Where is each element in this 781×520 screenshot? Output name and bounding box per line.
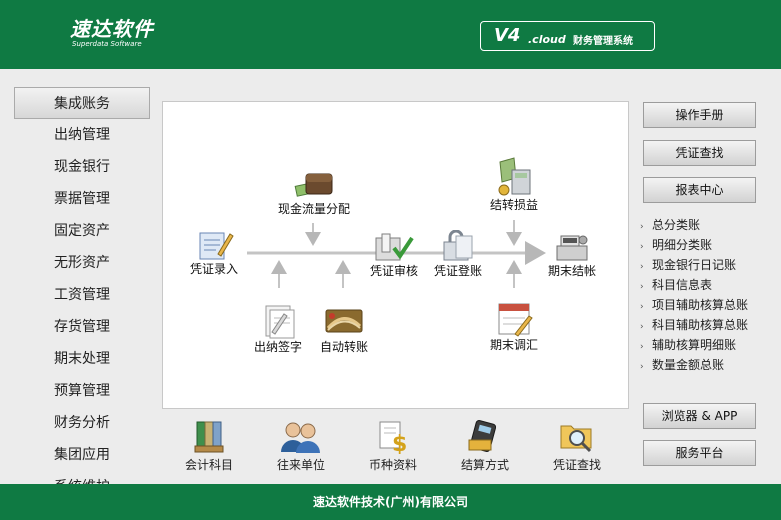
app-header: 速达软件 Superdata Software V4 .cloud 财务管理系统 [0, 0, 781, 69]
flow-node-period-close[interactable]: 期末结帐 [541, 230, 603, 278]
calculator-icon [498, 157, 531, 196]
nav-item-fixed-assets[interactable]: 固定资产 [14, 215, 150, 247]
nav-item-budget[interactable]: 预算管理 [14, 375, 150, 407]
logo-subtext: Superdata Software [72, 40, 142, 48]
nav-item-payroll[interactable]: 工资管理 [14, 279, 150, 311]
report-link-general-ledger[interactable]: › 总分类账 [640, 215, 775, 235]
tool-account-subjects[interactable]: 会计科目 [176, 418, 242, 472]
service-platform-button[interactable]: 服务平台 [643, 440, 756, 466]
report-link-subsidiary-ledger[interactable]: › 明细分类账 [640, 235, 775, 255]
report-label: 总分类账 [652, 218, 701, 232]
tool-label: 往来单位 [276, 458, 325, 472]
logo-text: 速达软件 [70, 17, 154, 41]
workflow-panel: 凭证录入 现金流量分配 出纳签字 自动转账 凭证审核 凭证登账 结转损益 期末调… [162, 101, 629, 409]
report-label: 科目信息表 [652, 278, 713, 292]
nav-item-system-maintenance[interactable]: 系统维护 [14, 471, 150, 485]
nav-item-bills[interactable]: 票据管理 [14, 183, 150, 215]
report-center-button[interactable]: 报表中心 [643, 177, 756, 203]
flow-node-auto-transfer[interactable]: 自动转账 [313, 302, 375, 354]
chevron-right-icon: › [640, 302, 644, 312]
chevron-right-icon: › [640, 322, 644, 332]
report-link-account-info[interactable]: › 科目信息表 [640, 275, 775, 295]
flow-node-cashier-sign[interactable]: 出纳签字 [247, 302, 309, 354]
report-label: 现金银行日记账 [652, 258, 737, 272]
flow-label: 期末调汇 [489, 338, 538, 352]
audit-check-icon [375, 233, 414, 261]
report-link-account-aux-ledger[interactable]: › 科目辅助核算总账 [640, 315, 775, 335]
tool-label: 会计科目 [184, 458, 233, 472]
flow-label: 出纳签字 [253, 340, 302, 354]
left-nav: 集成账务 出纳管理 现金银行 票据管理 固定资产 无形资产 工资管理 存货管理 … [14, 87, 150, 485]
version-suffix: .cloud [528, 33, 566, 46]
version-badge: V4 .cloud 财务管理系统 [480, 21, 655, 51]
tool-contacts[interactable]: 往来单位 [268, 418, 334, 472]
card-terminal-icon [468, 420, 497, 452]
flow-label: 现金流量分配 [277, 202, 350, 216]
flow-label: 自动转账 [319, 340, 368, 354]
chevron-right-icon: › [640, 282, 644, 292]
flow-node-voucher-audit[interactable]: 凭证审核 [363, 230, 425, 278]
calendar-icon [498, 303, 533, 337]
report-label: 项目辅助核算总账 [652, 298, 749, 312]
flow-label: 期末结帐 [547, 264, 596, 278]
nav-item-financial-analysis[interactable]: 财务分析 [14, 407, 150, 439]
report-link-aux-detail[interactable]: › 辅助核算明细账 [640, 335, 775, 355]
footer: 速达软件技术(广州)有限公司 [0, 484, 781, 520]
flow-node-period-exchange-adjust[interactable]: 期末调汇 [483, 298, 545, 352]
company-name: 速达软件技术(广州)有限公司 [313, 495, 468, 509]
tool-voucher-search[interactable]: 凭证查找 [544, 418, 610, 472]
manual-button[interactable]: 操作手册 [643, 102, 756, 128]
bottom-toolbar: 会计科目 往来单位 $ 币种资料 结算方式 凭证查找 [162, 414, 629, 482]
wallet-icon [294, 173, 333, 197]
book-icon [325, 309, 363, 333]
flow-label: 凭证登账 [433, 264, 482, 278]
report-label: 数量金额总账 [652, 358, 725, 372]
nav-item-period-end[interactable]: 期末处理 [14, 343, 150, 375]
report-label: 辅助核算明细账 [652, 338, 737, 352]
tool-label: 凭证查找 [552, 458, 601, 472]
nav-item-integrated-accounts[interactable]: 集成账务 [14, 87, 150, 119]
tool-label: 结算方式 [460, 458, 509, 472]
version-number: V4 [494, 25, 521, 46]
browser-app-button[interactable]: 浏览器 & APP [643, 403, 756, 429]
flow-node-cashflow-allocation[interactable]: 现金流量分配 [271, 166, 357, 216]
lock-icon [443, 230, 473, 261]
sign-document-icon [265, 305, 295, 339]
nav-item-inventory[interactable]: 存货管理 [14, 311, 150, 343]
logo: 速达软件 Superdata Software [70, 18, 154, 49]
people-icon [281, 422, 320, 453]
flow-node-voucher-entry[interactable]: 凭证录入 [183, 228, 245, 276]
flow-label: 结转损益 [489, 198, 538, 212]
system-name: 财务管理系统 [573, 36, 633, 47]
tool-settlement-method[interactable]: 结算方式 [452, 418, 518, 472]
chevron-right-icon: › [640, 342, 644, 352]
tool-currency[interactable]: $ 币种资料 [360, 418, 426, 472]
nav-item-intangible-assets[interactable]: 无形资产 [14, 247, 150, 279]
chevron-right-icon: › [640, 262, 644, 272]
svg-text:$: $ [392, 432, 407, 454]
report-link-quantity-amount-ledger[interactable]: › 数量金额总账 [640, 355, 775, 375]
nav-item-cash-bank[interactable]: 现金银行 [14, 151, 150, 183]
report-label: 科目辅助核算总账 [652, 318, 749, 332]
report-label: 明细分类账 [652, 238, 713, 252]
currency-icon: $ [379, 421, 407, 457]
voucher-search-button[interactable]: 凭证查找 [643, 140, 756, 166]
chevron-right-icon: › [640, 222, 644, 232]
voucher-entry-icon [199, 232, 234, 260]
chevron-right-icon: › [640, 242, 644, 252]
flow-label: 凭证录入 [189, 262, 238, 276]
report-link-cash-bank-journal[interactable]: › 现金银行日记账 [640, 255, 775, 275]
cash-register-icon [556, 235, 588, 261]
nav-item-cashier[interactable]: 出纳管理 [14, 119, 150, 151]
nav-item-group-apps[interactable]: 集团应用 [14, 439, 150, 471]
binder-icon [194, 421, 224, 453]
flow-label: 凭证审核 [369, 264, 418, 278]
flow-node-transfer-profit-loss[interactable]: 结转损益 [483, 156, 545, 212]
search-folder-icon [560, 425, 592, 453]
flow-node-voucher-post[interactable]: 凭证登账 [427, 230, 489, 278]
report-link-project-aux-ledger[interactable]: › 项目辅助核算总账 [640, 295, 775, 315]
chevron-right-icon: › [640, 362, 644, 372]
report-list: › 总分类账 › 明细分类账 › 现金银行日记账 › 科目信息表 › 项目辅助核算总账 ›… [640, 215, 775, 375]
tool-label: 币种资料 [368, 458, 417, 472]
